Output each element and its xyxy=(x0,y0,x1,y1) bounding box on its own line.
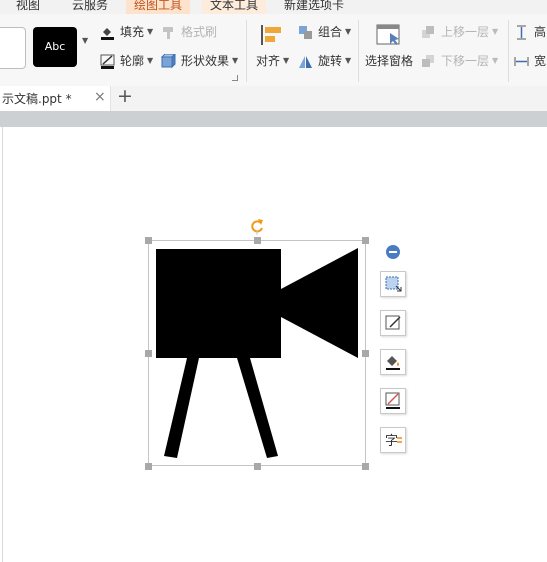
resize-handle-top[interactable] xyxy=(254,237,261,244)
height-label: 高 xyxy=(534,25,547,39)
group-label: 组合 xyxy=(318,25,343,39)
text-wrap-button[interactable]: 字 xyxy=(380,427,406,453)
width-icon xyxy=(514,54,529,69)
rotate-icon xyxy=(298,54,313,69)
ribbon-separator xyxy=(246,20,247,82)
shape-select-button[interactable] xyxy=(380,271,406,297)
style-gallery-more-icon[interactable]: ▼ xyxy=(82,36,88,45)
align-button[interactable]: 对齐 ▼ xyxy=(256,52,289,70)
resize-handle-bottom[interactable] xyxy=(254,463,261,470)
resize-handle-top-right[interactable] xyxy=(362,237,369,244)
tab-new-tab[interactable]: 新建选项卡 xyxy=(284,0,344,14)
tab-drawing-tools[interactable]: 绘图工具 xyxy=(126,0,191,14)
text-wrap-icon: 字 xyxy=(385,434,402,449)
outline-label: 轮廓 xyxy=(120,54,145,68)
shape-effects-icon xyxy=(160,52,177,69)
align-icon[interactable] xyxy=(258,23,284,50)
fill-bucket-icon xyxy=(386,356,400,370)
bring-forward-dropdown-icon: ▼ xyxy=(492,27,499,36)
resize-handle-bottom-left[interactable] xyxy=(145,463,152,470)
selection-pane-label: 选择窗格 xyxy=(365,54,414,68)
send-backward-button[interactable]: 下移一层 ▼ xyxy=(421,52,498,70)
rotate-label: 旋转 xyxy=(318,54,343,68)
format-painter-label: 格式刷 xyxy=(181,25,218,39)
group-dropdown-icon: ▼ xyxy=(345,27,352,36)
shape-effects-label: 形状效果 xyxy=(181,54,230,68)
ruler-strip xyxy=(0,111,547,127)
bring-forward-icon xyxy=(421,25,436,40)
send-backward-dropdown-icon: ▼ xyxy=(492,56,499,65)
send-backward-label: 下移一层 xyxy=(441,54,490,68)
selection-pane-icon[interactable] xyxy=(376,24,402,49)
ribbon-separator xyxy=(508,20,509,82)
fill-tool-button[interactable] xyxy=(380,349,406,375)
dialog-launcher-icon[interactable] xyxy=(232,75,238,81)
outline-dropdown-icon: ▼ xyxy=(147,56,154,65)
send-backward-icon xyxy=(421,54,436,69)
style-preview-white[interactable] xyxy=(0,27,26,69)
group-icon xyxy=(298,25,313,40)
slide-canvas[interactable]: 字 xyxy=(0,127,547,562)
rotate-button[interactable]: 旋转 ▼ xyxy=(298,52,351,70)
outline-pen-icon xyxy=(385,392,400,409)
outline-pen-icon xyxy=(100,54,115,69)
outline-button[interactable]: 轮廓 ▼ xyxy=(100,52,153,70)
outline-tool-button[interactable] xyxy=(380,388,406,414)
edit-shape-button[interactable] xyxy=(380,310,406,336)
edit-shape-icon xyxy=(385,315,401,330)
document-tab-bar: 示文稿.ppt * × + xyxy=(0,85,547,111)
resize-handle-left[interactable] xyxy=(145,350,152,357)
shape-effects-dropdown-icon: ▼ xyxy=(232,56,239,65)
svg-text:字: 字 xyxy=(385,434,398,449)
rotate-handle-icon[interactable] xyxy=(249,217,265,235)
document-tab[interactable]: 示文稿.ppt * × xyxy=(0,86,111,111)
collapse-toolbar-icon[interactable] xyxy=(386,245,400,259)
video-camera-shape[interactable] xyxy=(150,240,366,466)
style-preview-black[interactable]: Abc xyxy=(33,27,77,67)
width-label: 宽 xyxy=(534,54,547,68)
fill-button[interactable]: 填充 ▼ xyxy=(100,23,153,41)
bring-forward-button[interactable]: 上移一层 ▼ xyxy=(421,23,498,41)
group-button[interactable]: 组合 ▼ xyxy=(298,23,351,41)
tab-view[interactable]: 视图 xyxy=(16,0,40,14)
height-field[interactable]: 高 xyxy=(514,23,546,41)
document-tab-title: 示文稿.ppt * xyxy=(2,92,72,106)
shape-select-icon xyxy=(385,276,402,292)
align-dropdown-icon: ▼ xyxy=(283,56,290,65)
format-painter-button[interactable]: 格式刷 xyxy=(161,23,217,41)
tab-text-tools[interactable]: 文本工具 xyxy=(202,0,267,14)
tab-cloud-service[interactable]: 云服务 xyxy=(72,0,108,14)
bring-forward-label: 上移一层 xyxy=(441,25,490,39)
width-field[interactable]: 宽 xyxy=(514,52,546,70)
format-painter-icon xyxy=(161,25,176,40)
resize-handle-bottom-right[interactable] xyxy=(362,463,369,470)
align-label: 对齐 xyxy=(256,54,281,68)
resize-handle-right[interactable] xyxy=(362,350,369,357)
shape-effects-button[interactable]: 形状效果 ▼ xyxy=(160,52,239,70)
fill-label: 填充 xyxy=(120,25,145,39)
resize-handle-top-left[interactable] xyxy=(145,237,152,244)
fill-bucket-icon xyxy=(100,25,115,40)
rotate-dropdown-icon: ▼ xyxy=(345,56,352,65)
ribbon-separator xyxy=(358,20,359,82)
selection-pane-button[interactable]: 选择窗格 xyxy=(365,52,413,70)
slide-left-edge xyxy=(2,127,3,562)
menu-tab-bar: 视图 云服务 绘图工具 文本工具 新建选项卡 xyxy=(0,0,547,14)
fill-dropdown-icon: ▼ xyxy=(147,27,154,36)
height-icon xyxy=(514,25,529,40)
close-tab-icon[interactable]: × xyxy=(94,89,106,105)
new-tab-icon[interactable]: + xyxy=(117,85,133,107)
ribbon: Abc ▼ 填充 ▼ 格式刷 轮廓 ▼ 形状效果 ▼ 对齐 ▼ 组合 ▼ 旋转 … xyxy=(0,14,547,87)
